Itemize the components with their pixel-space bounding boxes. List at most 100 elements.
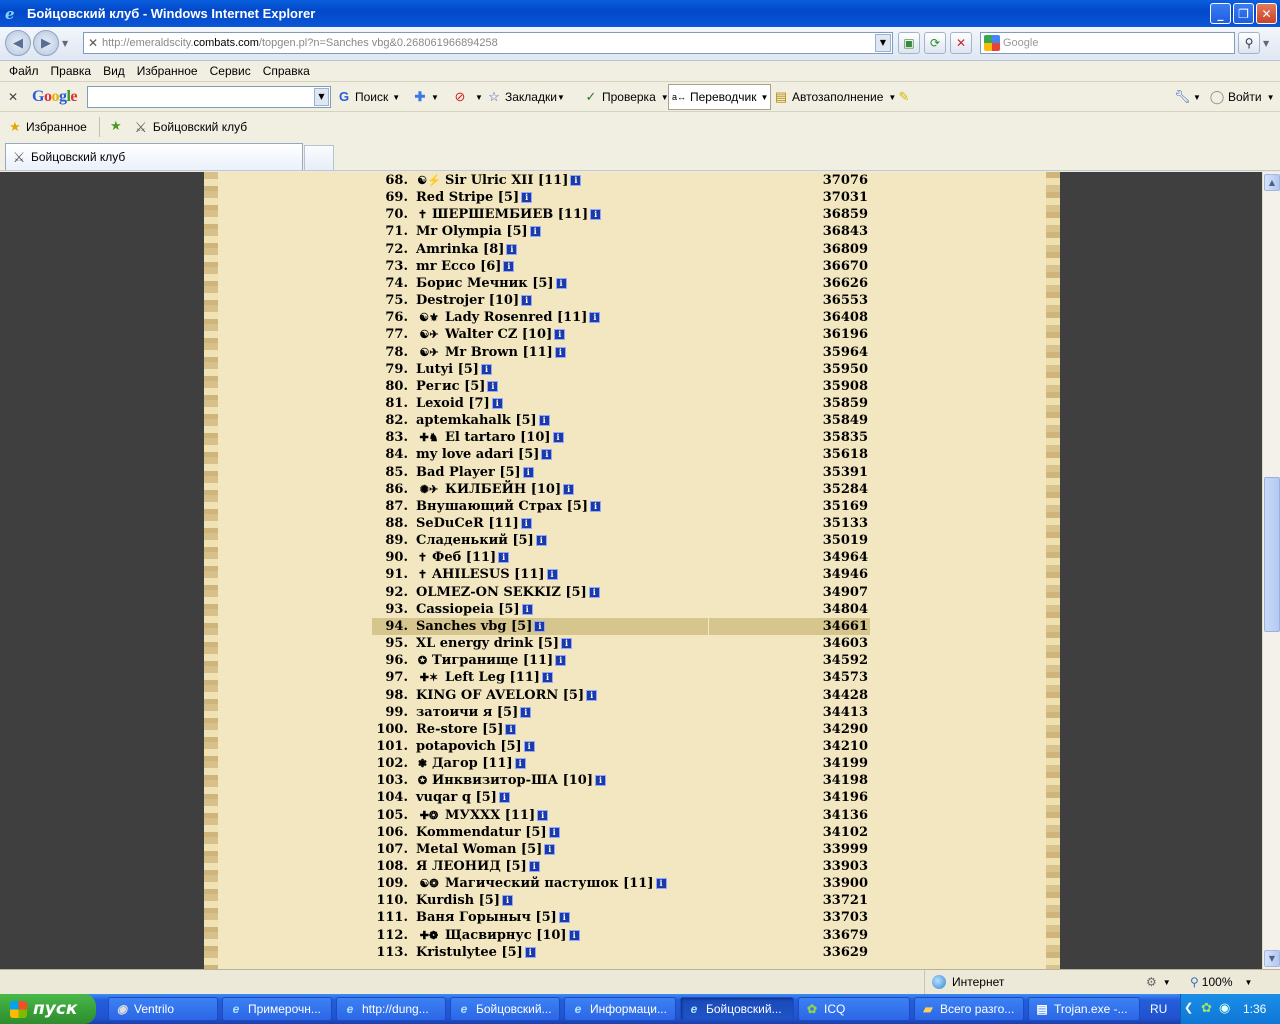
clan-emblem-icon[interactable]: ✚♞ bbox=[416, 431, 442, 444]
player-info-icon[interactable]: i bbox=[558, 912, 570, 924]
clock[interactable]: 1:36 bbox=[1243, 1002, 1266, 1016]
player-info-icon[interactable]: i bbox=[521, 295, 533, 306]
clan-emblem-icon[interactable]: ☯✈ bbox=[416, 346, 442, 359]
menu-tools[interactable]: Сервис bbox=[204, 64, 257, 78]
task-ie-2[interactable]: e http://dung... bbox=[336, 997, 446, 1021]
player-info-icon[interactable]: i bbox=[595, 775, 607, 787]
player-info-icon[interactable]: i bbox=[554, 346, 566, 358]
player-info-icon[interactable]: i bbox=[554, 329, 566, 341]
menu-view[interactable]: Вид bbox=[97, 64, 131, 78]
player-info-icon[interactable]: i bbox=[555, 277, 567, 289]
player-info-icon[interactable]: i bbox=[505, 723, 517, 735]
task-ie-3[interactable]: e Бойцовский... bbox=[450, 997, 560, 1021]
player-info-icon[interactable]: i bbox=[541, 449, 553, 461]
player-info-icon[interactable]: i bbox=[506, 243, 518, 255]
clan-emblem-icon[interactable]: ☯✈ bbox=[416, 328, 442, 341]
back-button[interactable]: ◀ bbox=[5, 30, 31, 56]
icq-tray-icon[interactable]: ✿ bbox=[1201, 1000, 1212, 1016]
security-zone[interactable]: Интернет bbox=[932, 970, 1004, 994]
new-tab-button[interactable] bbox=[304, 145, 334, 170]
search-options-icon[interactable]: ▼ bbox=[1263, 39, 1269, 48]
player-info-icon[interactable]: i bbox=[538, 415, 550, 427]
player-info-icon[interactable]: i bbox=[520, 706, 532, 718]
player-info-icon[interactable]: i bbox=[534, 620, 546, 632]
google-search-input[interactable]: ▼ bbox=[87, 86, 331, 108]
player-info-icon[interactable]: i bbox=[589, 312, 601, 324]
player-info-icon[interactable]: i bbox=[491, 397, 503, 409]
scroll-thumb[interactable] bbox=[1264, 477, 1280, 632]
favorites-button[interactable]: ★ Избранное bbox=[7, 119, 87, 135]
forward-button[interactable]: ▶ bbox=[33, 30, 59, 56]
player-info-icon[interactable]: i bbox=[548, 826, 560, 838]
clan-emblem-icon[interactable]: ✚❂ bbox=[416, 809, 442, 822]
player-info-icon[interactable]: i bbox=[586, 689, 598, 701]
player-info-icon[interactable]: i bbox=[524, 946, 536, 958]
menu-help[interactable]: Справка bbox=[257, 64, 316, 78]
clan-emblem-icon[interactable]: ✝ bbox=[416, 568, 429, 581]
player-info-icon[interactable]: i bbox=[535, 535, 547, 547]
task-ie-1[interactable]: e Примерочн... bbox=[222, 997, 332, 1021]
signin-button[interactable]: ◯ Войти ▼ bbox=[1209, 82, 1275, 112]
highlighter-button[interactable]: ✎ bbox=[896, 82, 915, 112]
start-button[interactable]: пуск bbox=[0, 994, 96, 1024]
zoom-button[interactable]: ⚲ 100% ▼ bbox=[1190, 970, 1252, 994]
close-button[interactable]: ✕ bbox=[1256, 3, 1277, 24]
task-icq[interactable]: ✿ ICQ bbox=[798, 997, 910, 1021]
player-info-icon[interactable]: i bbox=[498, 792, 510, 804]
player-info-icon[interactable]: i bbox=[514, 758, 526, 770]
player-info-icon[interactable]: i bbox=[521, 603, 533, 615]
tab-combats[interactable]: ⚔ Бойцовский клуб bbox=[5, 143, 303, 170]
player-info-icon[interactable]: i bbox=[552, 432, 564, 444]
toolbar-close-icon[interactable]: ✕ bbox=[8, 82, 18, 112]
plus-button[interactable]: ✚ ▼ bbox=[412, 82, 439, 112]
player-info-icon[interactable]: i bbox=[568, 929, 580, 941]
player-info-icon[interactable]: i bbox=[588, 586, 600, 598]
language-indicator[interactable]: RU bbox=[1150, 1002, 1167, 1016]
address-bar[interactable]: ✕ http://emeraldscity.combats.com/topgen… bbox=[83, 32, 893, 54]
task-notepad[interactable]: ▤ Trojan.exe -... bbox=[1028, 997, 1140, 1021]
player-info-icon[interactable]: i bbox=[589, 500, 601, 512]
clan-emblem-icon[interactable]: ✚✶ bbox=[416, 671, 442, 684]
clan-emblem-icon[interactable]: ✪ bbox=[416, 774, 429, 787]
clan-emblem-icon[interactable]: ☯⚜ bbox=[416, 311, 442, 324]
search-button[interactable]: ⚲ bbox=[1238, 32, 1260, 54]
clan-emblem-icon[interactable]: ✺✈ bbox=[416, 483, 442, 496]
player-info-icon[interactable]: i bbox=[529, 226, 541, 238]
clan-emblem-icon[interactable]: ✚❁ bbox=[416, 929, 442, 942]
refresh-button[interactable]: ⟳ bbox=[924, 32, 946, 54]
clan-emblem-icon[interactable]: ☯❂ bbox=[416, 877, 442, 890]
compatibility-button[interactable]: ▣ bbox=[898, 32, 920, 54]
maximize-button[interactable]: ❐ bbox=[1233, 3, 1254, 24]
menu-file[interactable]: Файл bbox=[3, 64, 45, 78]
player-info-icon[interactable]: i bbox=[544, 843, 556, 855]
ventrilo-tray-icon[interactable]: ◉ bbox=[1219, 1000, 1230, 1016]
translate-button[interactable]: a↔ Переводчик ▼ bbox=[668, 84, 772, 110]
player-info-icon[interactable]: i bbox=[563, 483, 575, 495]
vertical-scrollbar[interactable]: ▲ ▼ bbox=[1262, 172, 1280, 969]
popup-blocker-button[interactable]: ⊘ ▼ bbox=[452, 82, 483, 112]
google-search-dropdown[interactable]: ▼ bbox=[314, 88, 329, 106]
clan-emblem-icon[interactable]: ✪ bbox=[416, 654, 429, 667]
player-info-icon[interactable]: i bbox=[541, 672, 553, 684]
scroll-down-button[interactable]: ▼ bbox=[1264, 950, 1280, 967]
player-info-icon[interactable]: i bbox=[555, 655, 567, 667]
player-info-icon[interactable]: i bbox=[520, 518, 532, 529]
menu-edit[interactable]: Правка bbox=[45, 64, 98, 78]
player-info-icon[interactable]: i bbox=[570, 175, 582, 186]
protected-mode-button[interactable]: ⚙ ▼ bbox=[1146, 970, 1171, 994]
task-folder[interactable]: ▰ Всего разго... bbox=[914, 997, 1024, 1021]
player-info-icon[interactable]: i bbox=[498, 552, 510, 564]
spellcheck-button[interactable]: ✓ Проверка ▼ bbox=[583, 82, 669, 112]
player-info-icon[interactable]: i bbox=[528, 861, 540, 872]
search-input[interactable]: Google bbox=[980, 32, 1235, 54]
clan-emblem-icon[interactable]: ❃ bbox=[416, 757, 429, 770]
autofill-button[interactable]: ▤ Автозаполнение ▼ bbox=[773, 82, 896, 112]
clan-emblem-icon[interactable]: ✝ bbox=[416, 551, 429, 564]
player-info-icon[interactable]: i bbox=[560, 638, 572, 649]
add-favorite-button[interactable]: ★ bbox=[108, 119, 127, 135]
google-search-button[interactable]: G Поиск ▼ bbox=[336, 82, 400, 112]
favorite-link-combats[interactable]: ⚔ Бойцовский клуб bbox=[133, 119, 248, 135]
player-info-icon[interactable]: i bbox=[522, 466, 534, 478]
player-info-icon[interactable]: i bbox=[590, 209, 602, 221]
player-info-icon[interactable]: i bbox=[655, 878, 667, 890]
